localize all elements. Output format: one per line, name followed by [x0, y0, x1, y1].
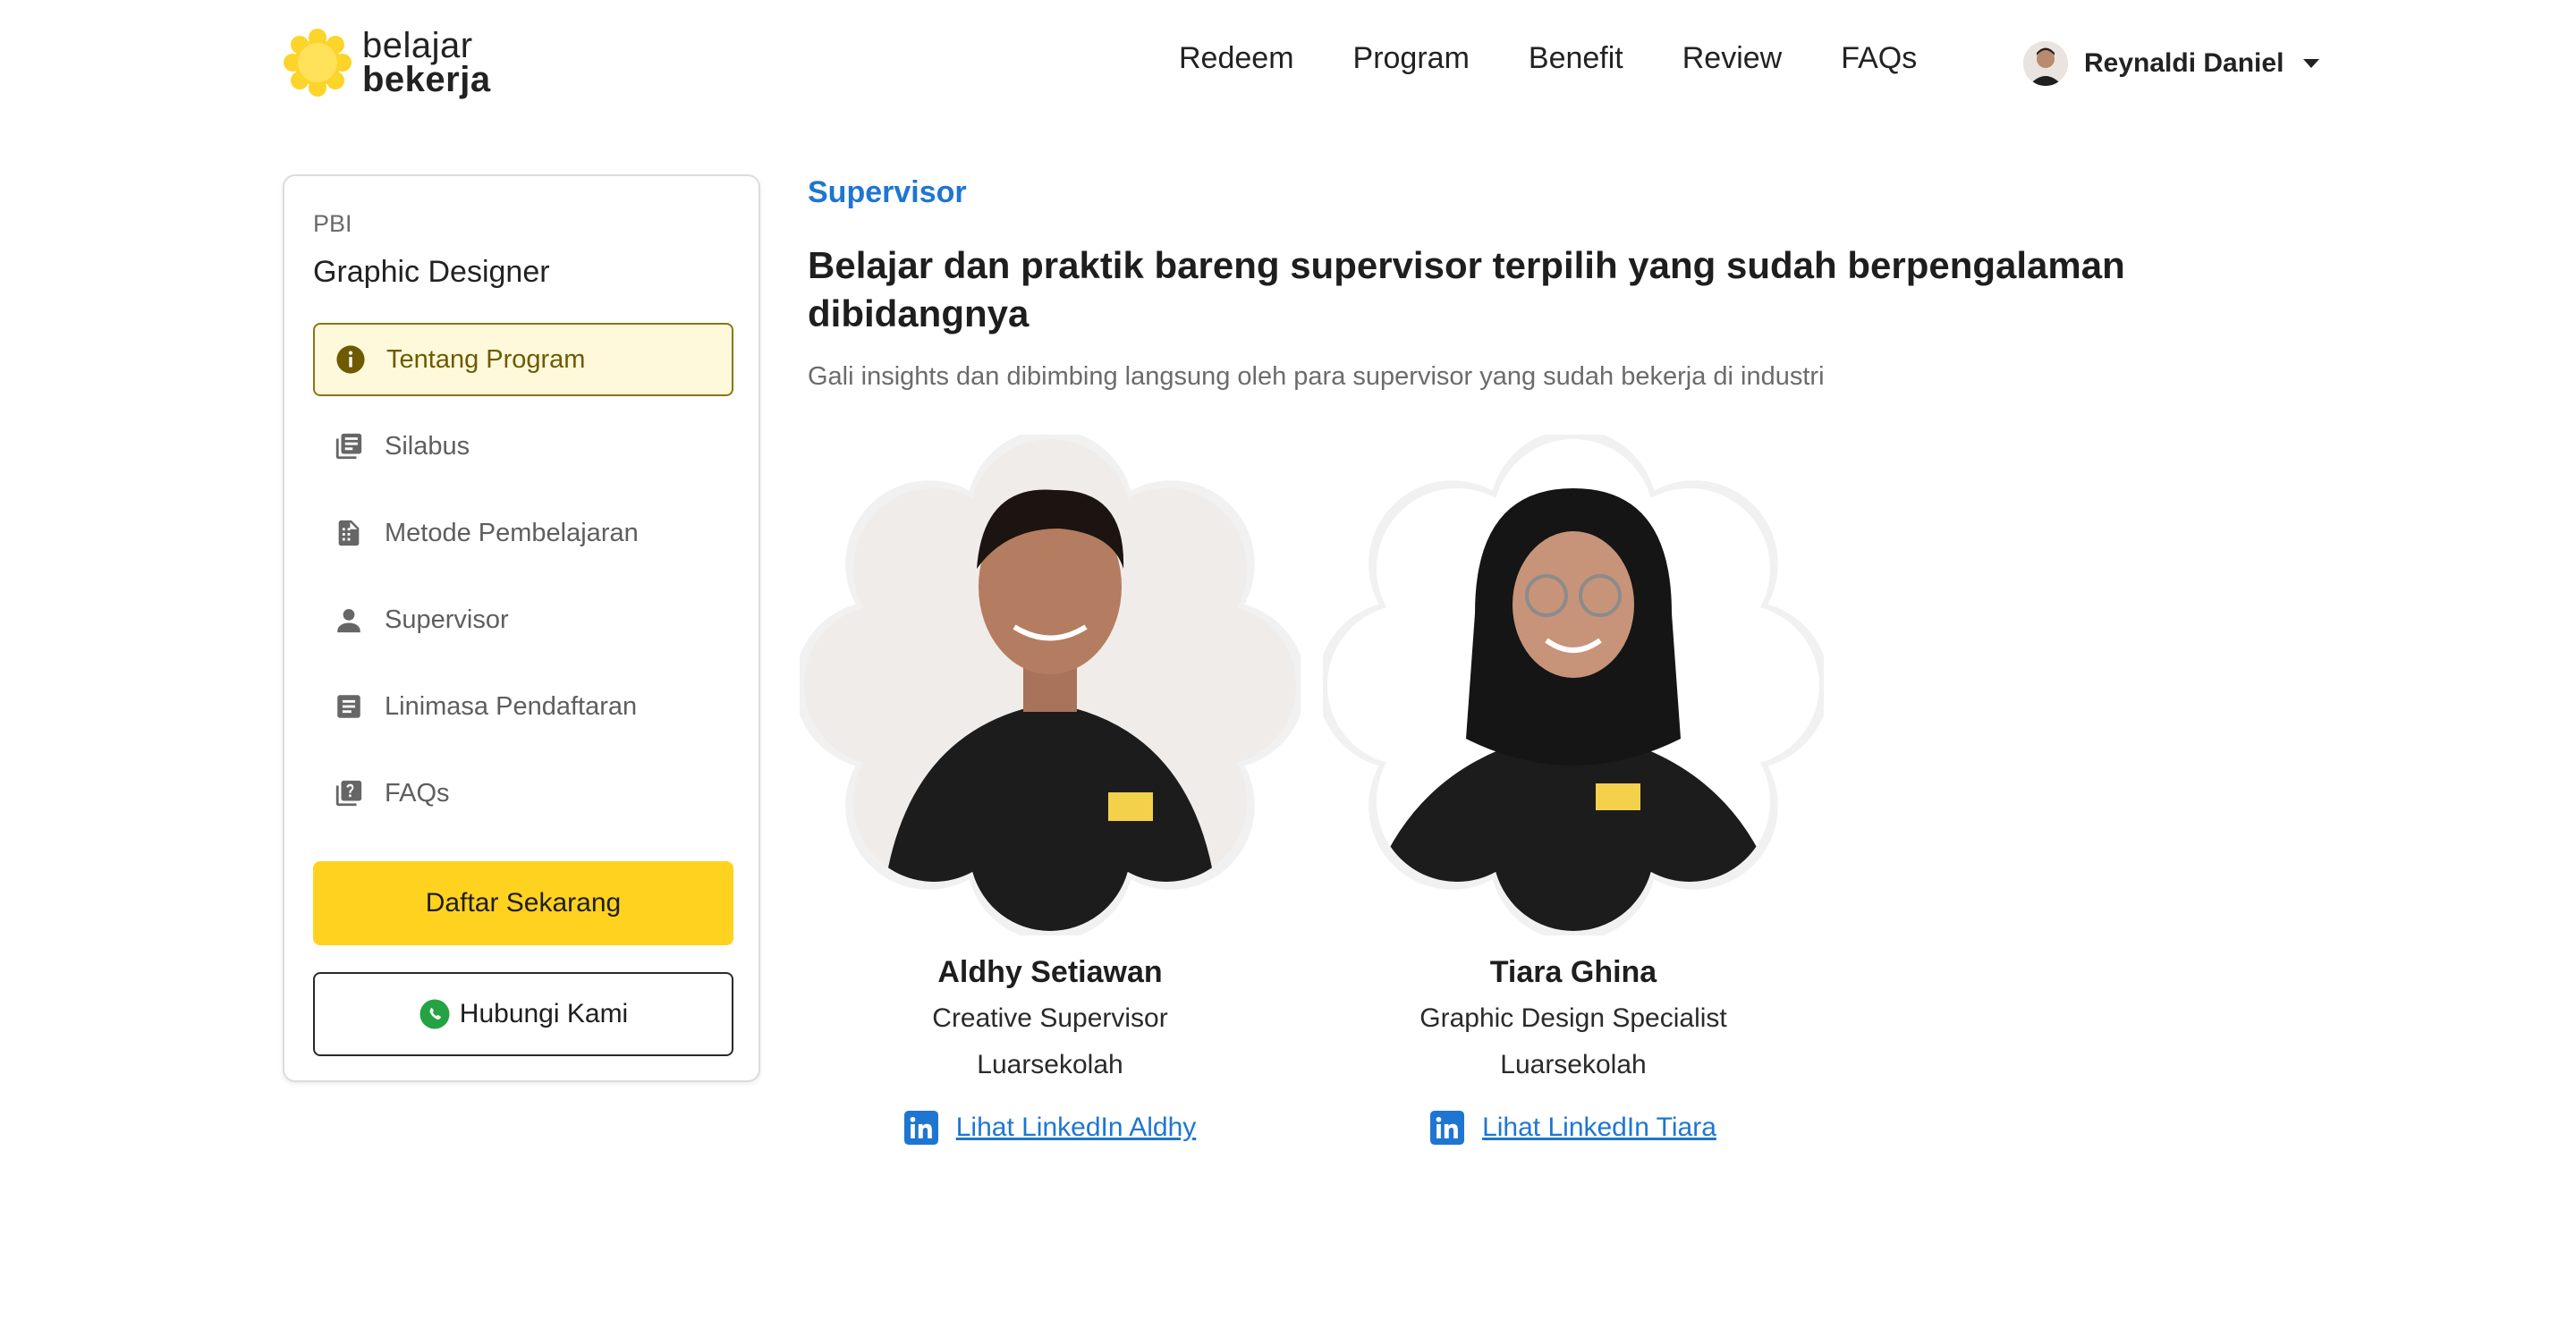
program-sidebar: PBI Graphic Designer Tentang Program Sil…	[283, 174, 760, 1082]
document-icon	[333, 517, 365, 549]
main-nav: Redeem Program Benefit Review FAQs	[1179, 41, 1917, 76]
brand-wordmark-line1: belajar	[362, 26, 473, 65]
brand-wordmark: belajar bekerja	[362, 26, 491, 99]
nav-program[interactable]: Program	[1353, 41, 1470, 76]
nav-redeem[interactable]: Redeem	[1179, 41, 1294, 76]
person-icon	[333, 604, 365, 636]
supervisor-name: Aldhy Setiawan	[937, 955, 1163, 989]
page-title: Belajar dan praktik bareng supervisor te…	[808, 244, 2125, 334]
sidebar-item-label: Supervisor	[385, 605, 509, 634]
supervisor-company: Luarsekolah	[977, 1050, 1123, 1079]
supervisor-role: Creative Supervisor	[932, 1003, 1168, 1033]
brand-wordmark-line2: bekerja	[362, 60, 491, 99]
nav-review[interactable]: Review	[1682, 41, 1782, 76]
sidebar-item-silabus[interactable]: Silabus	[313, 410, 733, 483]
daftar-sekarang-button[interactable]: Daftar Sekarang	[313, 861, 733, 945]
supervisor-photo	[1323, 435, 1824, 935]
page-subtitle: Gali insights dan dibimbing langsung ole…	[808, 362, 1825, 391]
linkedin-icon[interactable]	[1430, 1111, 1465, 1145]
chevron-down-icon[interactable]	[2303, 59, 2320, 68]
info-icon	[335, 343, 367, 376]
linkedin-link[interactable]: Lihat LinkedIn Aldhy	[956, 1113, 1197, 1143]
supervisor-linkedin: Lihat LinkedIn Aldhy	[800, 1111, 1301, 1145]
hubungi-kami-label: Hubungi Kami	[459, 999, 629, 1028]
brand-logo[interactable]: belajar bekerja	[282, 27, 491, 98]
sidebar-item-label: Tentang Program	[386, 344, 586, 374]
user-menu[interactable]: Reynaldi Daniel	[2023, 41, 2320, 86]
section-label: Supervisor	[808, 175, 967, 209]
user-name: Reynaldi Daniel	[2084, 48, 2284, 78]
program-category: PBI	[313, 210, 352, 237]
supervisor-photo	[800, 435, 1301, 935]
sidebar-item-tentang-program[interactable]: Tentang Program	[313, 323, 733, 396]
sidebar-item-label: Silabus	[385, 431, 470, 461]
program-title: Graphic Designer	[313, 255, 550, 289]
top-navbar: belajar bekerja Redeem Program Benefit R…	[0, 0, 2576, 134]
library-books-icon	[333, 430, 365, 462]
linkedin-link[interactable]: Lihat LinkedIn Tiara	[1482, 1113, 1716, 1143]
linkedin-icon[interactable]	[903, 1111, 938, 1145]
supervisor-card: Tiara Ghina Graphic Design Specialist Lu…	[1323, 435, 1824, 1168]
avatar	[2023, 41, 2068, 86]
sidebar-item-linimasa-pendaftaran[interactable]: Linimasa Pendaftaran	[313, 670, 733, 743]
nav-faqs[interactable]: FAQs	[1841, 41, 1917, 76]
list-note-icon	[333, 690, 365, 723]
sidebar-menu: Tentang Program Silabus Metode Pembelaja…	[313, 323, 733, 843]
supervisor-role: Graphic Design Specialist	[1419, 1003, 1727, 1033]
nav-benefit[interactable]: Benefit	[1529, 41, 1623, 76]
whatsapp-icon	[419, 999, 450, 1029]
sidebar-item-faqs[interactable]: FAQs	[313, 757, 733, 830]
sidebar-item-label: FAQs	[385, 778, 450, 808]
hubungi-kami-button[interactable]: Hubungi Kami	[313, 972, 733, 1056]
supervisor-company: Luarsekolah	[1500, 1050, 1647, 1079]
sidebar-item-supervisor[interactable]: Supervisor	[313, 583, 733, 656]
sidebar-item-metode-pembelajaran[interactable]: Metode Pembelajaran	[313, 496, 733, 570]
supervisor-card: Aldhy Setiawan Creative Supervisor Luars…	[800, 435, 1301, 1168]
supervisor-linkedin: Lihat LinkedIn Tiara	[1323, 1111, 1824, 1145]
sidebar-item-label: Metode Pembelajaran	[385, 518, 639, 547]
supervisor-name: Tiara Ghina	[1489, 955, 1657, 989]
sidebar-item-label: Linimasa Pendaftaran	[385, 691, 638, 721]
sun-logo-icon	[282, 27, 353, 98]
help-icon	[333, 777, 365, 809]
